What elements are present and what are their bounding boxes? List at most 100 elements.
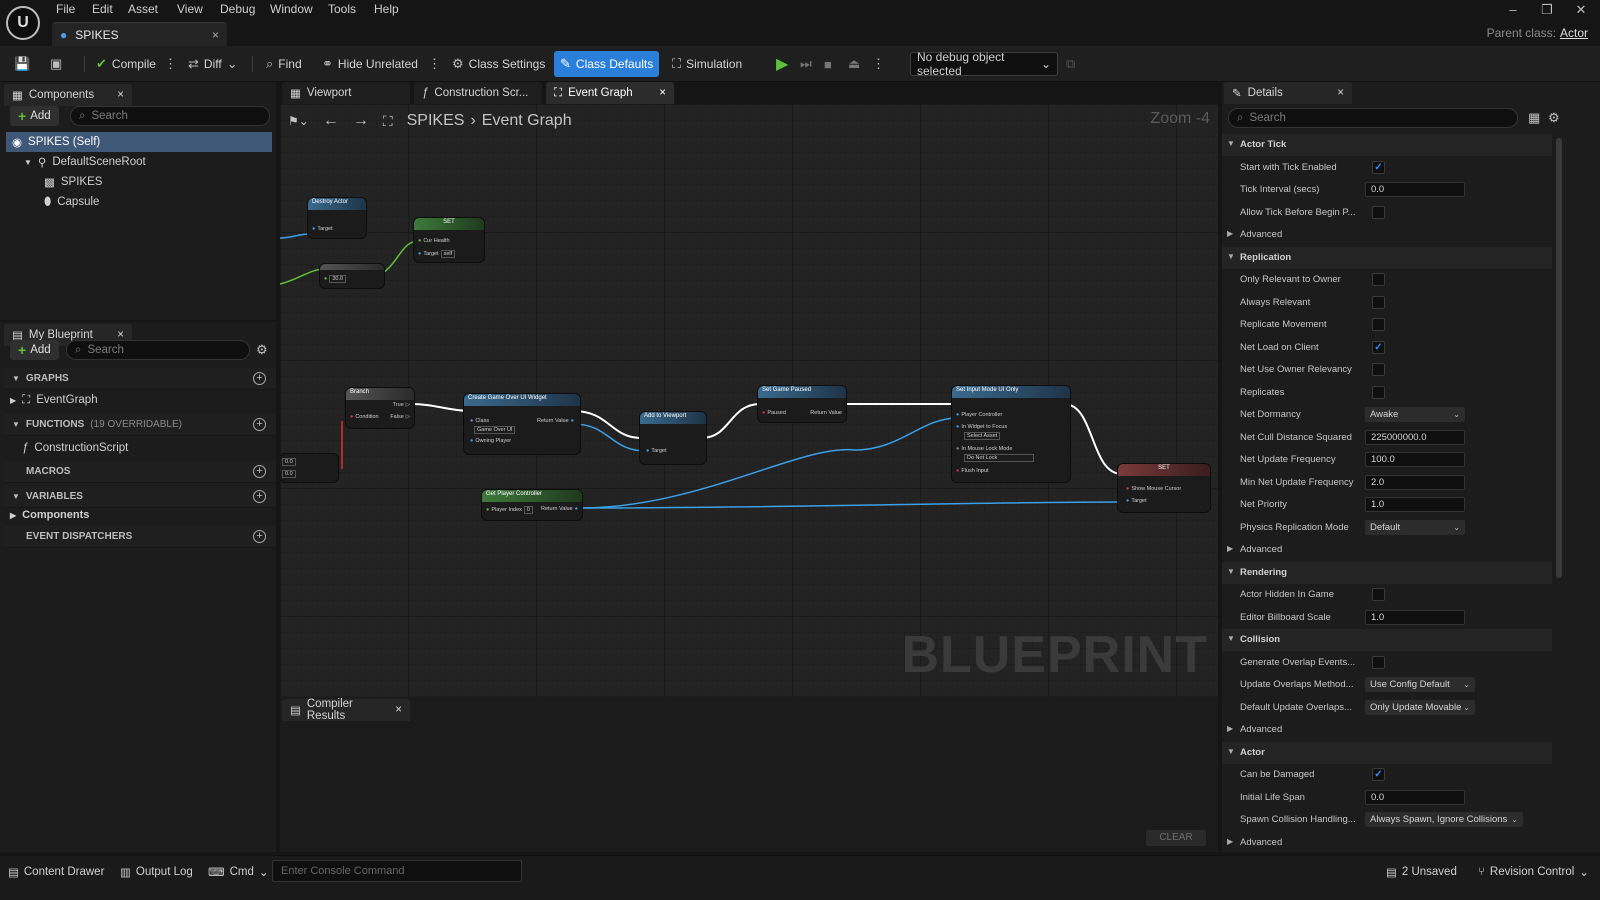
save-icon[interactable]: 💾	[8, 52, 36, 76]
clear-button[interactable]: CLEAR	[1146, 830, 1206, 846]
advanced-expander[interactable]: ▶ Advanced	[1222, 719, 1552, 741]
property-number-field[interactable]: 225000000.0	[1365, 429, 1465, 445]
revision-control-button[interactable]: ⑂ Revision Control ⌄	[1478, 862, 1589, 882]
close-icon[interactable]: ×	[395, 704, 402, 716]
component-item-capsule[interactable]: ⬮ Capsule	[38, 192, 99, 212]
component-item-root[interactable]: ▼ ⚲ DefaultSceneRoot	[18, 152, 146, 172]
components-search-input[interactable]: ⌕ Search	[70, 106, 270, 126]
details-scrollbar[interactable]	[1556, 138, 1562, 578]
node-create-widget[interactable]: Create Game Over UI Widget ● Class Game O…	[464, 394, 580, 454]
class-defaults-button[interactable]: ✎ Class Defaults	[554, 51, 660, 77]
property-checkbox[interactable]: ✓	[1372, 768, 1385, 781]
node-compare[interactable]: 0.0 0.0	[280, 454, 338, 482]
section-event-dispatchers[interactable]: EVENT DISPATCHERS +	[4, 526, 276, 548]
property-dropdown[interactable]: Default ⌄	[1365, 519, 1465, 535]
property-number-field[interactable]: 1.0	[1365, 609, 1465, 625]
class-settings-button[interactable]: ⚙ Class Settings	[446, 52, 551, 76]
property-checkbox[interactable]	[1372, 588, 1385, 601]
close-icon[interactable]: ×	[117, 89, 124, 101]
property-dropdown[interactable]: Always Spawn, Ignore Collisions ⌄	[1365, 812, 1523, 827]
graph-item-eventgraph[interactable]: ▶ ⛶ EventGraph	[4, 390, 98, 410]
details-section-actor[interactable]: ▼ Actor	[1222, 741, 1552, 764]
property-checkbox[interactable]	[1372, 273, 1385, 286]
simulation-button[interactable]: ⛶ Simulation	[666, 52, 748, 76]
parent-class-link[interactable]: Actor	[1560, 26, 1588, 40]
restore-icon[interactable]: ❐	[1530, 2, 1564, 20]
table-view-icon[interactable]: ▦	[1528, 110, 1540, 126]
component-item-self[interactable]: ◉ SPIKES (Self)	[6, 132, 272, 152]
close-icon[interactable]: ×	[659, 87, 666, 99]
compile-button[interactable]: ✔ Compile	[90, 52, 162, 76]
property-checkbox[interactable]	[1372, 295, 1385, 309]
add-dispatcher-icon[interactable]: +	[253, 530, 266, 543]
add-function-icon[interactable]: +	[253, 418, 266, 431]
hide-options-icon[interactable]: ⋮	[422, 52, 447, 76]
details-section-rendering[interactable]: ▼ Rendering	[1222, 561, 1552, 584]
diff-button[interactable]: ⇄ Diff ⌄	[182, 52, 244, 76]
section-macros[interactable]: MACROS +	[4, 461, 276, 483]
variables-components[interactable]: ▶ Components	[4, 505, 89, 525]
tab-event-graph[interactable]: ⛶ Event Graph ×	[546, 82, 674, 104]
property-dropdown[interactable]: Awake ⌄	[1365, 407, 1465, 422]
find-button[interactable]: ⌕ Find	[260, 52, 308, 76]
menu-window[interactable]: Window	[270, 2, 313, 20]
node-set-game-paused[interactable]: Set Game Paused ● Paused Return Value	[758, 386, 846, 422]
event-graph-canvas[interactable]: ⚑⌄ ← → ⛶ SPIKES › Event Graph Zoom -4 BL…	[280, 104, 1218, 697]
property-dropdown[interactable]: Use Config Default ⌄	[1365, 677, 1475, 692]
property-checkbox[interactable]	[1372, 363, 1385, 376]
settings-gear-icon[interactable]: ⚙	[256, 342, 268, 358]
details-section-actor-tick[interactable]: ▼ Actor Tick	[1222, 134, 1552, 156]
property-checkbox[interactable]	[1372, 205, 1385, 219]
property-number-field[interactable]: 2.0	[1365, 474, 1465, 490]
add-component-button[interactable]: + Add	[10, 106, 59, 126]
section-functions[interactable]: ▼ FUNCTIONS (19 OVERRIDABLE) +	[4, 414, 276, 436]
play-options-icon[interactable]: ⋮	[866, 52, 891, 76]
console-input[interactable]: Enter Console Command	[272, 860, 522, 882]
menu-help[interactable]: Help	[374, 2, 399, 20]
node-destroy-actor[interactable]: Destroy Actor ● Target	[308, 198, 366, 238]
close-window-icon[interactable]: ✕	[1564, 2, 1598, 20]
property-checkbox[interactable]: ✓	[1372, 340, 1385, 354]
hide-unrelated-button[interactable]: ⚭ Hide Unrelated	[316, 52, 424, 76]
advanced-expander[interactable]: ▶ Advanced	[1222, 224, 1552, 246]
node-set-mouse-cursor[interactable]: SET ● Show Mouse Cursor ● Target	[1118, 464, 1210, 512]
node-add-to-viewport[interactable]: Add to Viewport ● Target	[640, 412, 706, 464]
debug-filter-icon[interactable]: ⧉	[1066, 56, 1075, 72]
unsaved-button[interactable]: ▤ 2 Unsaved	[1386, 862, 1457, 882]
component-item-spikes[interactable]: ▩ SPIKES	[38, 172, 102, 192]
tab-viewport[interactable]: ▦ Viewport	[282, 82, 410, 104]
property-checkbox[interactable]	[1372, 385, 1385, 399]
close-icon[interactable]: ×	[1337, 87, 1344, 99]
details-section-collision[interactable]: ▼ Collision	[1222, 629, 1552, 651]
advanced-expander[interactable]: ▶ Advanced	[1222, 539, 1552, 561]
function-item-construction-script[interactable]: ƒ ConstructionScript	[16, 438, 128, 458]
debug-object-select[interactable]: No debug object selected ⌄	[910, 50, 1058, 78]
add-member-button[interactable]: + Add	[10, 340, 59, 360]
details-search-input[interactable]: ⌕ Search	[1228, 108, 1518, 128]
add-variable-icon[interactable]: +	[253, 490, 266, 503]
document-tab[interactable]: ● SPIKES ×	[52, 22, 227, 46]
property-dropdown[interactable]: Only Update Movable ⌄	[1365, 699, 1475, 715]
property-number-field[interactable]: 1.0	[1365, 497, 1465, 512]
content-drawer-button[interactable]: ▤ Content Drawer	[8, 862, 104, 882]
property-number-field[interactable]: 0.0	[1365, 182, 1465, 197]
node-branch[interactable]: Branch ● Condition True ▷ False ▷	[346, 388, 414, 428]
node-set-health[interactable]: SET ● Cur Health ● Target self	[414, 218, 484, 262]
tab-components[interactable]: ▦ Components ×	[4, 84, 132, 106]
blueprint-search-input[interactable]: ⌕ Search	[66, 340, 250, 360]
menu-asset[interactable]: Asset	[128, 2, 158, 20]
node-set-input-mode[interactable]: Set Input Mode UI Only ● Player Controlle…	[952, 386, 1070, 482]
property-number-field[interactable]: 0.0	[1365, 789, 1465, 805]
advanced-expander[interactable]: ▶ Advanced	[1222, 832, 1552, 854]
output-log-button[interactable]: ▥ Output Log	[120, 862, 193, 882]
property-checkbox[interactable]: ✓	[1372, 160, 1385, 174]
tab-construction-script[interactable]: ƒ Construction Scr...	[414, 82, 542, 104]
property-checkbox[interactable]	[1372, 318, 1385, 331]
eject-button[interactable]: ⏏	[842, 52, 866, 76]
tab-compiler-results[interactable]: ▤ Compiler Results ×	[282, 698, 410, 722]
menu-view[interactable]: View	[177, 2, 203, 20]
add-graph-icon[interactable]: +	[253, 372, 266, 385]
add-macro-icon[interactable]: +	[253, 465, 266, 478]
property-number-field[interactable]: 100.0	[1365, 452, 1465, 467]
step-button[interactable]: ⏭	[794, 52, 818, 76]
